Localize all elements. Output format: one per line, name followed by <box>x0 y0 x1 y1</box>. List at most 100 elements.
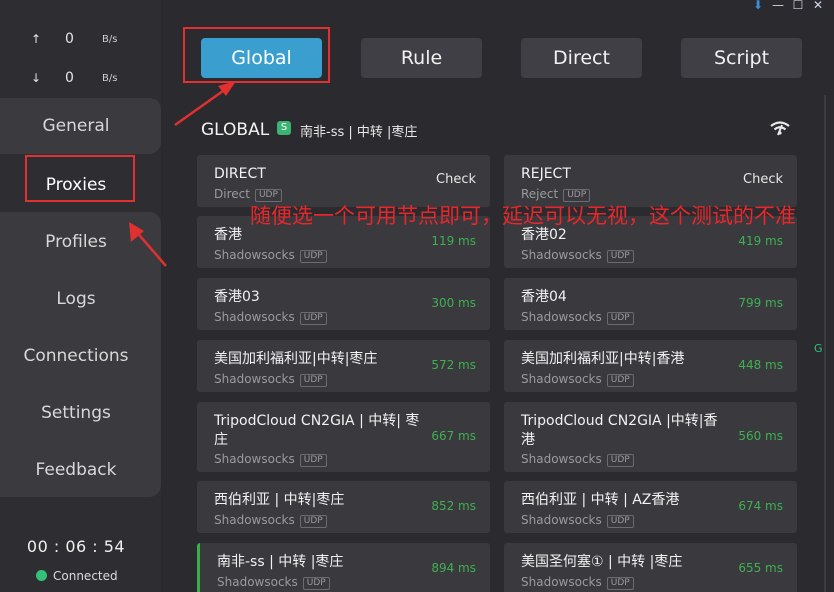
proxy-type: Shadowsocks UDP <box>214 452 327 467</box>
proxy-type-label: Shadowsocks <box>214 310 295 324</box>
udp-badge: UDP <box>606 250 634 263</box>
nav-general[interactable]: General <box>0 116 152 136</box>
proxy-card[interactable]: TripodCloud CN2GIA |中转|香港 Shadowsocks UDP 5… <box>504 402 797 472</box>
annotation-text: 随便选一个可用节点即可，延迟可以无视，这个测试的不准 <box>250 204 796 228</box>
proxy-delay[interactable]: 655 ms <box>738 561 783 575</box>
proxy-type: Shadowsocks UDP <box>521 372 634 387</box>
check-button[interactable]: Check <box>743 172 783 187</box>
proxy-card[interactable]: 美国加利福利亚|中转|枣庄 Shadowsocks UDP 572 ms <box>197 340 490 392</box>
udp-badge: UDP <box>299 454 327 467</box>
upload-unit: B/s <box>102 34 118 45</box>
upload-arrow-icon: ↑ <box>31 32 42 46</box>
proxy-name: 西伯利亚 | 中转|枣庄 <box>214 492 345 508</box>
proxy-delay[interactable]: 419 ms <box>738 234 783 248</box>
proxy-type-label: Shadowsocks <box>214 248 295 262</box>
udp-badge: UDP <box>606 515 634 528</box>
proxy-type: Shadowsocks UDP <box>217 575 330 590</box>
latency-test-icon[interactable] <box>769 120 791 136</box>
proxy-name: REJECT <box>521 166 571 182</box>
proxy-card[interactable]: 美国加利福利亚|中转|香港 Shadowsocks UDP 448 ms <box>504 340 797 392</box>
nav-connections[interactable]: Connections <box>0 346 152 366</box>
udp-badge: UDP <box>606 374 634 387</box>
scrollbar[interactable] <box>824 95 826 592</box>
nav-settings[interactable]: Settings <box>0 403 152 423</box>
window-controls: ⬇ — ☐ ✕ <box>748 0 828 12</box>
proxy-name: 美国加利福利亚|中转|香港 <box>521 351 685 367</box>
proxy-delay[interactable]: 667 ms <box>431 429 476 443</box>
proxy-delay[interactable]: 572 ms <box>431 358 476 372</box>
nav-panel-bottom: Profiles Logs Connections Settings Feedb… <box>0 212 161 497</box>
proxy-card[interactable]: 南非-ss | 中转 |枣庄 Shadowsocks UDP 894 ms <box>197 543 490 592</box>
proxy-delay[interactable]: 799 ms <box>738 296 783 310</box>
proxy-type-label: Shadowsocks <box>521 372 602 386</box>
download-arrow-icon: ↓ <box>31 71 42 85</box>
udp-badge: UDP <box>299 312 327 325</box>
proxy-type: Shadowsocks UDP <box>214 372 327 387</box>
nav-proxies[interactable]: Proxies <box>0 175 152 195</box>
minimize-icon[interactable]: — <box>768 0 788 12</box>
proxy-card[interactable]: 美国圣何塞① | 中转 |枣庄 Shadowsocks UDP 655 ms <box>504 543 797 592</box>
proxy-card[interactable]: 香港04 Shadowsocks UDP 799 ms <box>504 278 797 330</box>
check-button[interactable]: Check <box>436 172 476 187</box>
proxy-name: 香港04 <box>521 289 567 305</box>
proxy-delay[interactable]: 560 ms <box>738 429 783 443</box>
proxy-delay[interactable]: 300 ms <box>431 296 476 310</box>
proxy-type-label: Shadowsocks <box>521 513 602 527</box>
proxy-delay[interactable]: 448 ms <box>738 358 783 372</box>
proxy-type: Shadowsocks UDP <box>521 248 634 263</box>
proxy-type-label: Shadowsocks <box>521 248 602 262</box>
proxy-name: 美国圣何塞① | 中转 |枣庄 <box>521 554 683 570</box>
proxy-type: Shadowsocks UDP <box>214 513 327 528</box>
sidebar: ↑ 0 B/s ↓ 0 B/s General Proxies Profiles… <box>0 0 161 592</box>
main-panel: ⬇ — ☐ ✕ Global Rule Direct Script G GLOBAL … <box>161 0 834 592</box>
pin-icon[interactable]: ⬇ <box>748 0 768 12</box>
nav-feedback[interactable]: Feedback <box>0 460 152 480</box>
close-icon[interactable]: ✕ <box>808 0 828 12</box>
proxy-card[interactable]: 香港03 Shadowsocks UDP 300 ms <box>197 278 490 330</box>
proxy-card[interactable]: 西伯利亚 | 中转 | AZ香港 Shadowsocks UDP 674 ms <box>504 481 797 533</box>
proxy-name: 南非-ss | 中转 |枣庄 <box>217 554 344 570</box>
proxy-type: Shadowsocks UDP <box>214 310 327 325</box>
proxy-type: Shadowsocks UDP <box>521 513 634 528</box>
proxy-card[interactable]: 西伯利亚 | 中转|枣庄 Shadowsocks UDP 852 ms <box>197 481 490 533</box>
nav-profiles[interactable]: Profiles <box>0 232 152 252</box>
proxy-name: 西伯利亚 | 中转 | AZ香港 <box>521 492 680 508</box>
group-title: GLOBAL <box>201 120 270 140</box>
proxy-type-label: Direct <box>214 187 250 201</box>
proxy-type: Shadowsocks UDP <box>521 310 634 325</box>
mode-direct-button[interactable]: Direct <box>521 38 642 78</box>
mode-script-button[interactable]: Script <box>681 38 802 78</box>
proxy-name: DIRECT <box>214 166 266 182</box>
proxy-type-label: Shadowsocks <box>217 575 298 589</box>
nav-logs[interactable]: Logs <box>0 289 152 309</box>
udp-badge: UDP <box>606 454 634 467</box>
maximize-icon[interactable]: ☐ <box>788 0 808 12</box>
proxy-name: TripodCloud CN2GIA | 中转| 枣庄 <box>214 413 420 448</box>
download-value: 0 <box>65 70 74 86</box>
app-window: ↑ 0 B/s ↓ 0 B/s General Proxies Profiles… <box>0 0 834 592</box>
nav-panel-top: General <box>0 98 161 154</box>
proxy-card[interactable]: TripodCloud CN2GIA | 中转| 枣庄 Shadowsocks UD… <box>197 402 490 472</box>
mode-rule-button[interactable]: Rule <box>361 38 482 78</box>
udp-badge: UDP <box>299 515 327 528</box>
proxy-type: Shadowsocks UDP <box>521 575 634 590</box>
proxy-delay[interactable]: 119 ms <box>431 234 476 248</box>
status-label: Connected <box>53 569 118 583</box>
proxy-name: TripodCloud CN2GIA |中转|香港 <box>521 413 718 448</box>
proxy-type: Shadowsocks UDP <box>214 248 327 263</box>
mode-global-button[interactable]: Global <box>201 38 322 78</box>
proxy-name: 美国加利福利亚|中转|枣庄 <box>214 351 378 367</box>
proxy-name: 香港03 <box>214 289 260 305</box>
group-type-badge: S <box>277 121 291 135</box>
proxy-delay[interactable]: 894 ms <box>431 561 476 575</box>
udp-badge: UDP <box>299 250 327 263</box>
connection-status: Connected <box>36 569 118 583</box>
udp-badge: UDP <box>302 577 330 590</box>
upload-value: 0 <box>65 31 74 47</box>
proxy-delay[interactable]: 852 ms <box>431 499 476 513</box>
proxy-type: Shadowsocks UDP <box>521 452 634 467</box>
proxy-type-label: Shadowsocks <box>521 310 602 324</box>
proxy-delay[interactable]: 674 ms <box>738 499 783 513</box>
download-unit: B/s <box>102 73 118 84</box>
download-speed: ↓ 0 B/s <box>0 69 161 89</box>
